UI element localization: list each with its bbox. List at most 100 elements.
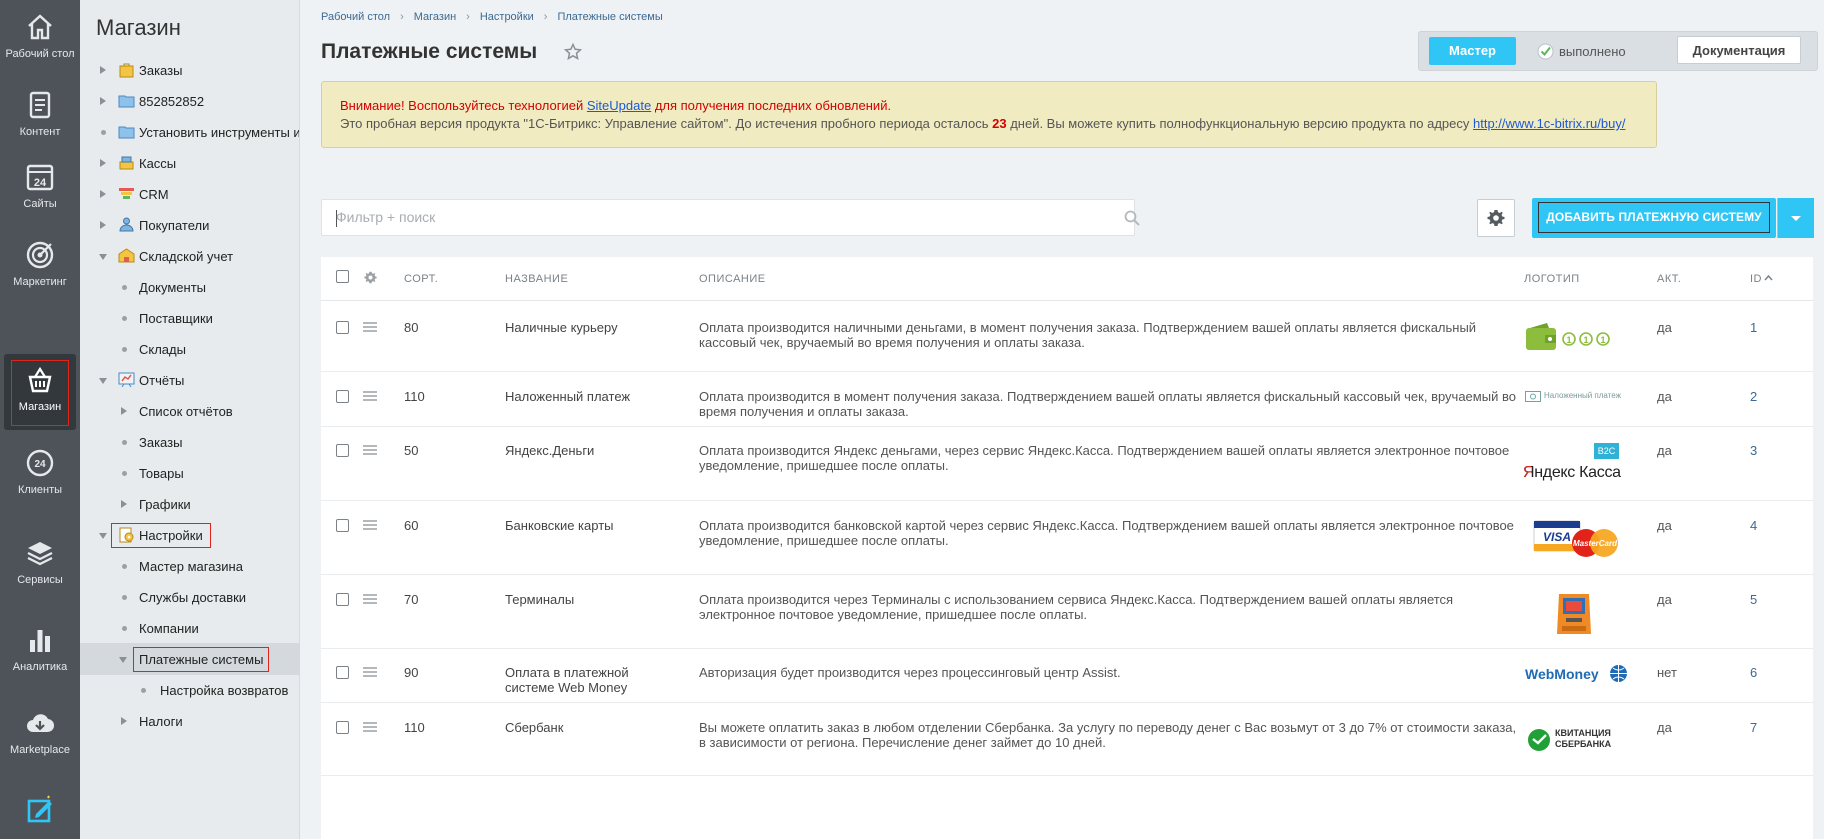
filter-search-box[interactable] <box>321 199 1140 236</box>
search-input[interactable] <box>336 209 1076 225</box>
cell-name[interactable]: Яндекс.Деньги <box>505 443 655 458</box>
table-row[interactable]: 60 Банковские карты Оплата производится … <box>321 502 1813 575</box>
collapse-arrow-icon[interactable] <box>99 533 107 539</box>
row-actions-icon[interactable] <box>363 520 377 530</box>
siteupdate-link[interactable]: SiteUpdate <box>587 98 651 113</box>
row-checkbox[interactable] <box>336 593 349 606</box>
tree-item-refund-settings[interactable]: Настройка возвратов <box>80 674 299 706</box>
breadcrumb-link[interactable]: Рабочий стол <box>321 11 390 23</box>
row-checkbox[interactable] <box>336 321 349 334</box>
tree-item-warehouse[interactable]: Складской учет <box>80 240 299 272</box>
row-actions-icon[interactable] <box>363 445 377 455</box>
breadcrumb-link[interactable]: Магазин <box>414 11 456 23</box>
tree-item-settings[interactable]: Настройки <box>80 519 299 551</box>
breadcrumb-link[interactable]: Платежные системы <box>557 11 662 23</box>
row-actions-icon[interactable] <box>363 667 377 677</box>
row-checkbox[interactable] <box>336 721 349 734</box>
breadcrumb-link[interactable]: Настройки <box>480 11 534 23</box>
table-row[interactable]: 70 Терминалы Оплата производится через Т… <box>321 576 1813 649</box>
tree-item-customers[interactable]: Покупатели <box>80 209 299 241</box>
row-actions-icon[interactable] <box>363 322 377 332</box>
table-row[interactable]: 80 Наличные курьеру Оплата производится … <box>321 302 1813 372</box>
expand-arrow-icon[interactable] <box>121 500 127 508</box>
expand-arrow-icon[interactable] <box>100 97 106 105</box>
cell-name[interactable]: Банковские карты <box>505 518 655 533</box>
add-menu-dropdown-button[interactable] <box>1777 198 1814 238</box>
expand-arrow-icon[interactable] <box>100 66 106 74</box>
expand-arrow-icon[interactable] <box>121 717 127 725</box>
column-header-id[interactable]: ID <box>1750 273 1762 285</box>
expand-arrow-icon[interactable] <box>100 190 106 198</box>
row-actions-icon[interactable] <box>363 391 377 401</box>
rail-item-marketplace[interactable]: Marketplace <box>4 708 76 757</box>
tree-item-reports[interactable]: Отчёты <box>80 364 299 396</box>
search-icon[interactable] <box>1123 209 1141 227</box>
rail-item-services[interactable]: Сервисы <box>4 538 76 587</box>
tree-item-payment-systems[interactable]: Платежные системы <box>80 643 299 675</box>
cell-name[interactable]: Оплата в платежной системе Web Money <box>505 665 655 695</box>
tree-item-delivery[interactable]: Службы доставки <box>80 581 299 613</box>
master-button[interactable]: Мастер <box>1429 37 1516 65</box>
expand-arrow-icon[interactable] <box>121 407 127 415</box>
rail-item-marketing[interactable]: Маркетинг <box>4 240 76 289</box>
tree-item-report-products[interactable]: Товары <box>80 457 299 489</box>
rail-item-analytics[interactable]: Аналитика <box>4 625 76 674</box>
cell-id[interactable]: 5 <box>1750 592 1757 607</box>
tree-item-report-list[interactable]: Список отчётов <box>80 395 299 427</box>
cell-name[interactable]: Сбербанк <box>505 720 655 735</box>
cell-name[interactable]: Наложенный платеж <box>505 389 655 404</box>
column-header-sort[interactable]: СОРТ. <box>404 273 438 285</box>
tree-item-suppliers[interactable]: Поставщики <box>80 302 299 334</box>
select-all-checkbox[interactable] <box>336 270 349 283</box>
table-row[interactable]: 90 Оплата в платежной системе Web Money … <box>321 650 1813 703</box>
buy-link[interactable]: http://www.1c-bitrix.ru/buy/ <box>1473 116 1625 131</box>
cell-name[interactable]: Терминалы <box>505 592 655 607</box>
column-header-active[interactable]: АКТ. <box>1657 273 1681 285</box>
row-checkbox[interactable] <box>336 519 349 532</box>
rail-item-edit[interactable] <box>4 795 76 830</box>
cell-id[interactable]: 1 <box>1750 320 1757 335</box>
grid-settings-button[interactable] <box>1477 199 1515 237</box>
tree-item-report-orders[interactable]: Заказы <box>80 426 299 458</box>
documentation-button[interactable]: Документация <box>1677 36 1801 64</box>
expand-arrow-icon[interactable] <box>100 221 106 229</box>
rail-item-desktop[interactable]: Рабочий стол <box>4 12 76 61</box>
collapse-arrow-icon[interactable] <box>99 378 107 384</box>
column-header-description[interactable]: ОПИСАНИЕ <box>699 273 766 285</box>
tree-item-install-tools[interactable]: Установить инструменты и <box>80 116 299 148</box>
column-header-logo[interactable]: ЛОГОТИП <box>1524 273 1580 285</box>
tree-item-crm[interactable]: CRM <box>80 178 299 210</box>
rail-item-shop[interactable]: Магазин <box>4 354 76 430</box>
rail-item-content[interactable]: Контент <box>4 90 76 139</box>
tree-item-stores[interactable]: Склады <box>80 333 299 365</box>
row-actions-icon[interactable] <box>363 594 377 604</box>
row-actions-icon[interactable] <box>363 722 377 732</box>
table-row[interactable]: 50 Яндекс.Деньги Оплата производится Янд… <box>321 428 1813 501</box>
row-checkbox[interactable] <box>336 444 349 457</box>
column-settings-icon[interactable] <box>364 271 377 284</box>
star-icon[interactable] <box>564 43 582 61</box>
tree-item-companies[interactable]: Компании <box>80 612 299 644</box>
tree-item-852852852[interactable]: 852852852 <box>80 85 299 117</box>
tree-item-orders[interactable]: Заказы <box>80 54 299 86</box>
add-payment-system-button[interactable]: ДОБАВИТЬ ПЛАТЕЖНУЮ СИСТЕМУ <box>1532 198 1776 238</box>
table-row[interactable]: 110 Сбербанк Вы можете оплатить заказ в … <box>321 704 1813 776</box>
row-checkbox[interactable] <box>336 390 349 403</box>
tree-item-taxes[interactable]: Налоги <box>80 705 299 737</box>
row-checkbox[interactable] <box>336 666 349 679</box>
tree-item-charts[interactable]: Графики <box>80 488 299 520</box>
cell-id[interactable]: 4 <box>1750 518 1757 533</box>
expand-arrow-icon[interactable] <box>100 159 106 167</box>
rail-item-clients[interactable]: 24 Клиенты <box>4 448 76 497</box>
tree-item-documents[interactable]: Документы <box>80 271 299 303</box>
rail-item-sites[interactable]: 24 Сайты <box>4 162 76 211</box>
cell-id[interactable]: 2 <box>1750 389 1757 404</box>
collapse-arrow-icon[interactable] <box>99 254 107 260</box>
tree-item-cashboxes[interactable]: Кассы <box>80 147 299 179</box>
collapse-arrow-icon[interactable] <box>119 657 127 663</box>
cell-id[interactable]: 3 <box>1750 443 1757 458</box>
cell-id[interactable]: 6 <box>1750 665 1757 680</box>
tree-item-shop-wizard[interactable]: Мастер магазина <box>80 550 299 582</box>
table-row[interactable]: 110 Наложенный платеж Оплата производитс… <box>321 373 1813 427</box>
column-header-name[interactable]: НАЗВАНИЕ <box>505 273 568 285</box>
